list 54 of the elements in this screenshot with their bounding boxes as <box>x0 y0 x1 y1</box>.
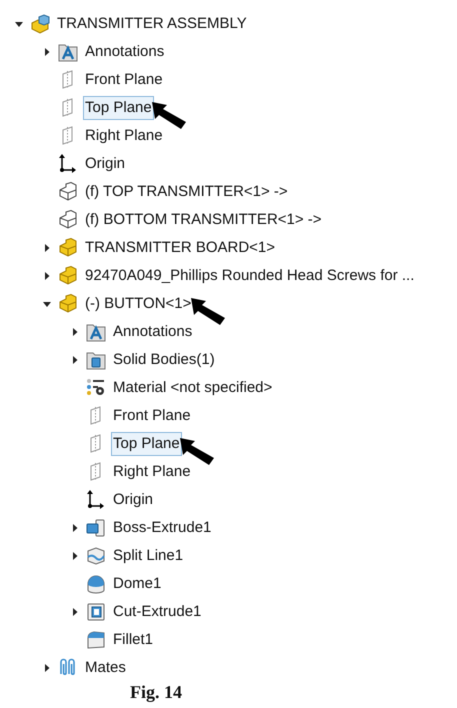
tree-item[interactable]: Annotations <box>83 40 166 64</box>
tree-item[interactable]: (f) TOP TRANSMITTER<1> -> <box>83 180 290 204</box>
solid-bodies-folder-icon <box>86 350 106 370</box>
paperclip-icon <box>58 658 78 678</box>
tree-item[interactable]: Right Plane <box>83 124 165 148</box>
part-icon <box>58 238 78 258</box>
tree-item[interactable]: Front Plane <box>83 68 165 92</box>
tree-item[interactable]: Dome1 <box>111 572 164 596</box>
extrude-icon <box>86 518 106 538</box>
expand-caret-icon[interactable] <box>70 607 80 617</box>
tree-item[interactable]: Mates <box>83 656 128 680</box>
tree-item[interactable]: Split Line1 <box>111 544 186 568</box>
expand-caret-icon[interactable] <box>42 243 52 253</box>
split-line-icon <box>86 546 106 566</box>
part-icon <box>58 266 78 286</box>
tree-item[interactable]: Origin <box>83 152 128 176</box>
dome-icon <box>86 574 106 594</box>
origin-icon <box>58 154 78 174</box>
tree-item[interactable]: Boss-Extrude1 <box>111 516 214 540</box>
collapse-caret-icon[interactable] <box>14 19 24 29</box>
tree-item[interactable]: Cut-Extrude1 <box>111 600 204 624</box>
tree-item[interactable]: (-) BUTTON<1> <box>83 292 194 316</box>
tree-item[interactable]: TRANSMITTER BOARD<1> <box>83 236 278 260</box>
expand-caret-icon[interactable] <box>42 271 52 281</box>
material-icon <box>86 378 106 398</box>
tree-item[interactable]: Top Plane <box>111 432 182 456</box>
tree-item[interactable]: Solid Bodies(1) <box>111 348 217 372</box>
tree-item[interactable]: Front Plane <box>111 404 193 428</box>
tree-item[interactable]: TRANSMITTER ASSEMBLY <box>55 12 249 36</box>
tree-item[interactable]: Annotations <box>111 320 194 344</box>
expand-caret-icon[interactable] <box>70 355 80 365</box>
collapse-caret-icon[interactable] <box>42 299 52 309</box>
tree-item[interactable]: (f) BOTTOM TRANSMITTER<1> -> <box>83 208 324 232</box>
part-outline-icon <box>58 210 78 230</box>
part-outline-icon <box>58 182 78 202</box>
tree-item[interactable]: Material <not specified> <box>111 376 274 400</box>
annotations-folder-icon <box>58 42 78 62</box>
tree-item[interactable]: Right Plane <box>111 460 193 484</box>
annotations-folder-icon <box>86 322 106 342</box>
expand-caret-icon[interactable] <box>70 551 80 561</box>
origin-icon <box>86 490 106 510</box>
assembly-icon <box>30 14 50 34</box>
expand-caret-icon[interactable] <box>70 327 80 337</box>
fillet-icon <box>86 630 106 650</box>
tree-item[interactable]: Top Plane <box>83 96 154 120</box>
tree-item[interactable]: Origin <box>111 488 156 512</box>
figure-caption: Fig. 14 <box>129 682 183 702</box>
part-icon <box>58 294 78 314</box>
cut-extrude-icon <box>86 602 106 622</box>
expand-caret-icon[interactable] <box>42 47 52 57</box>
tree-item[interactable]: 92470A049_Phillips Rounded Head Screws for ... <box>83 264 416 288</box>
expand-caret-icon[interactable] <box>70 523 80 533</box>
expand-caret-icon[interactable] <box>42 663 52 673</box>
tree-item[interactable]: Fillet1 <box>111 628 156 652</box>
